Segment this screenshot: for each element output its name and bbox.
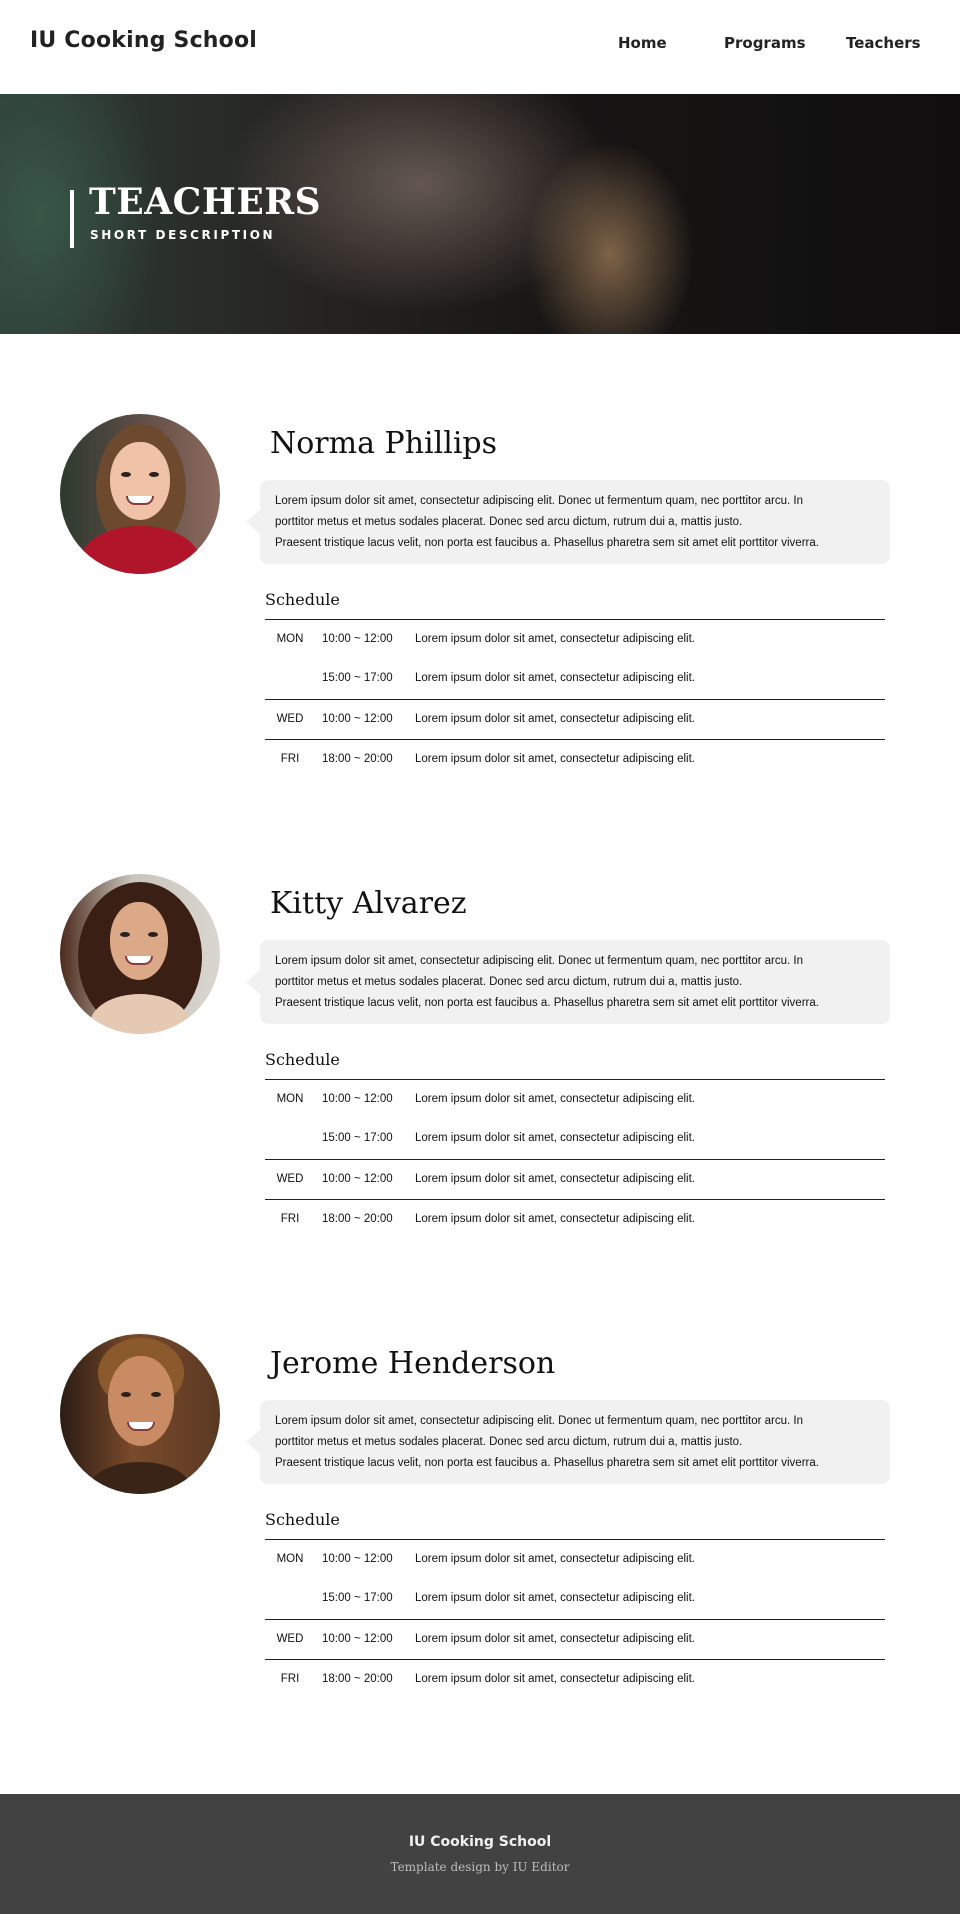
bio-line: Lorem ipsum dolor sit amet, consectetur … xyxy=(275,495,803,507)
bio-line: Lorem ipsum dolor sit amet, consectetur … xyxy=(275,955,803,967)
schedule-time: 15:00 ~ 17:00 xyxy=(322,672,393,684)
schedule-description: Lorem ipsum dolor sit amet, consectetur … xyxy=(415,1633,695,1645)
schedule-day: FRI xyxy=(280,1673,300,1685)
schedule-time: 10:00 ~ 12:00 xyxy=(322,1633,393,1645)
schedule-description: Lorem ipsum dolor sit amet, consectetur … xyxy=(415,1132,695,1144)
schedule-day: WED xyxy=(276,713,304,725)
schedule-time: 10:00 ~ 12:00 xyxy=(322,1093,393,1105)
hero-accent-bar xyxy=(70,190,74,248)
schedule-day: WED xyxy=(276,1173,304,1185)
schedule-divider xyxy=(265,699,885,700)
schedule-time: 18:00 ~ 20:00 xyxy=(322,1213,393,1225)
schedule-time: 15:00 ~ 17:00 xyxy=(322,1592,393,1604)
bio-line: Praesent tristique lacus velit, non port… xyxy=(275,997,819,1009)
hero-subtitle: SHORT DESCRIPTION xyxy=(90,228,276,242)
schedule-divider xyxy=(265,1199,885,1200)
schedule-time: 10:00 ~ 12:00 xyxy=(322,633,393,645)
schedule-day: MON xyxy=(276,1553,304,1565)
nav-link-home[interactable]: Home xyxy=(618,34,667,52)
schedule-day: MON xyxy=(276,1093,304,1105)
bio-line: porttitor metus et metus sodales placera… xyxy=(275,516,743,528)
bio-line: porttitor metus et metus sodales placera… xyxy=(275,1436,743,1448)
site-brand[interactable]: IU Cooking School xyxy=(30,28,257,53)
teacher-bio: Lorem ipsum dolor sit amet, consectetur … xyxy=(246,1400,890,1484)
bio-line: Praesent tristique lacus velit, non port… xyxy=(275,537,819,549)
schedule-description: Lorem ipsum dolor sit amet, consectetur … xyxy=(415,633,695,645)
schedule-time: 18:00 ~ 20:00 xyxy=(322,1673,393,1685)
schedule-divider xyxy=(265,1159,885,1160)
schedule-day: WED xyxy=(276,1633,304,1645)
schedule-description: Lorem ipsum dolor sit amet, consectetur … xyxy=(415,1673,695,1685)
schedule-time: 10:00 ~ 12:00 xyxy=(322,713,393,725)
site-footer: IU Cooking School Template design by IU … xyxy=(0,1794,960,1914)
schedule-divider xyxy=(265,1539,885,1540)
schedule-time: 10:00 ~ 12:00 xyxy=(322,1173,393,1185)
nav-link-programs[interactable]: Programs xyxy=(724,34,806,52)
footer-brand: IU Cooking School xyxy=(408,1834,552,1850)
teacher-avatar xyxy=(60,874,220,1034)
teacher-bio: Lorem ipsum dolor sit amet, consectetur … xyxy=(246,480,890,564)
hero-title: TEACHERS xyxy=(89,181,322,223)
teacher-card: Kitty Alvarez Lorem ipsum dolor sit amet… xyxy=(0,874,960,1254)
schedule-heading: Schedule xyxy=(265,1510,340,1529)
hero-banner: TEACHERS SHORT DESCRIPTION xyxy=(0,94,960,334)
schedule-day: FRI xyxy=(280,753,300,765)
teacher-bio: Lorem ipsum dolor sit amet, consectetur … xyxy=(246,940,890,1024)
bio-line: Praesent tristique lacus velit, non port… xyxy=(275,1457,819,1469)
schedule-heading: Schedule xyxy=(265,1050,340,1069)
nav-link-teachers[interactable]: Teachers xyxy=(846,34,921,52)
schedule-description: Lorem ipsum dolor sit amet, consectetur … xyxy=(415,713,695,725)
teacher-name: Kitty Alvarez xyxy=(270,886,467,921)
footer-credit: Template design by IU Editor xyxy=(390,1860,570,1874)
top-navigation-bar: IU Cooking School Home Programs Teachers xyxy=(0,0,960,94)
bio-line: Lorem ipsum dolor sit amet, consectetur … xyxy=(275,1415,803,1427)
bio-line: porttitor metus et metus sodales placera… xyxy=(275,976,743,988)
schedule-description: Lorem ipsum dolor sit amet, consectetur … xyxy=(415,1213,695,1225)
schedule-day: MON xyxy=(276,633,304,645)
schedule-time: 15:00 ~ 17:00 xyxy=(322,1132,393,1144)
schedule-description: Lorem ipsum dolor sit amet, consectetur … xyxy=(415,1553,695,1565)
schedule-divider xyxy=(265,619,885,620)
schedule-divider xyxy=(265,1619,885,1620)
teacher-avatar xyxy=(60,1334,220,1494)
schedule-divider xyxy=(265,1659,885,1660)
teacher-name: Jerome Henderson xyxy=(270,1346,556,1381)
schedule-divider xyxy=(265,1079,885,1080)
schedule-time: 10:00 ~ 12:00 xyxy=(322,1553,393,1565)
schedule-description: Lorem ipsum dolor sit amet, consectetur … xyxy=(415,672,695,684)
schedule-day: FRI xyxy=(280,1213,300,1225)
schedule-time: 18:00 ~ 20:00 xyxy=(322,753,393,765)
teacher-card: Jerome Henderson Lorem ipsum dolor sit a… xyxy=(0,1334,960,1714)
teacher-name: Norma Phillips xyxy=(270,426,498,461)
schedule-heading: Schedule xyxy=(265,590,340,609)
schedule-description: Lorem ipsum dolor sit amet, consectetur … xyxy=(415,753,695,765)
schedule-divider xyxy=(265,739,885,740)
teacher-avatar xyxy=(60,414,220,574)
schedule-description: Lorem ipsum dolor sit amet, consectetur … xyxy=(415,1093,695,1105)
schedule-description: Lorem ipsum dolor sit amet, consectetur … xyxy=(415,1592,695,1604)
schedule-description: Lorem ipsum dolor sit amet, consectetur … xyxy=(415,1173,695,1185)
teacher-card: Norma Phillips Lorem ipsum dolor sit ame… xyxy=(0,414,960,794)
